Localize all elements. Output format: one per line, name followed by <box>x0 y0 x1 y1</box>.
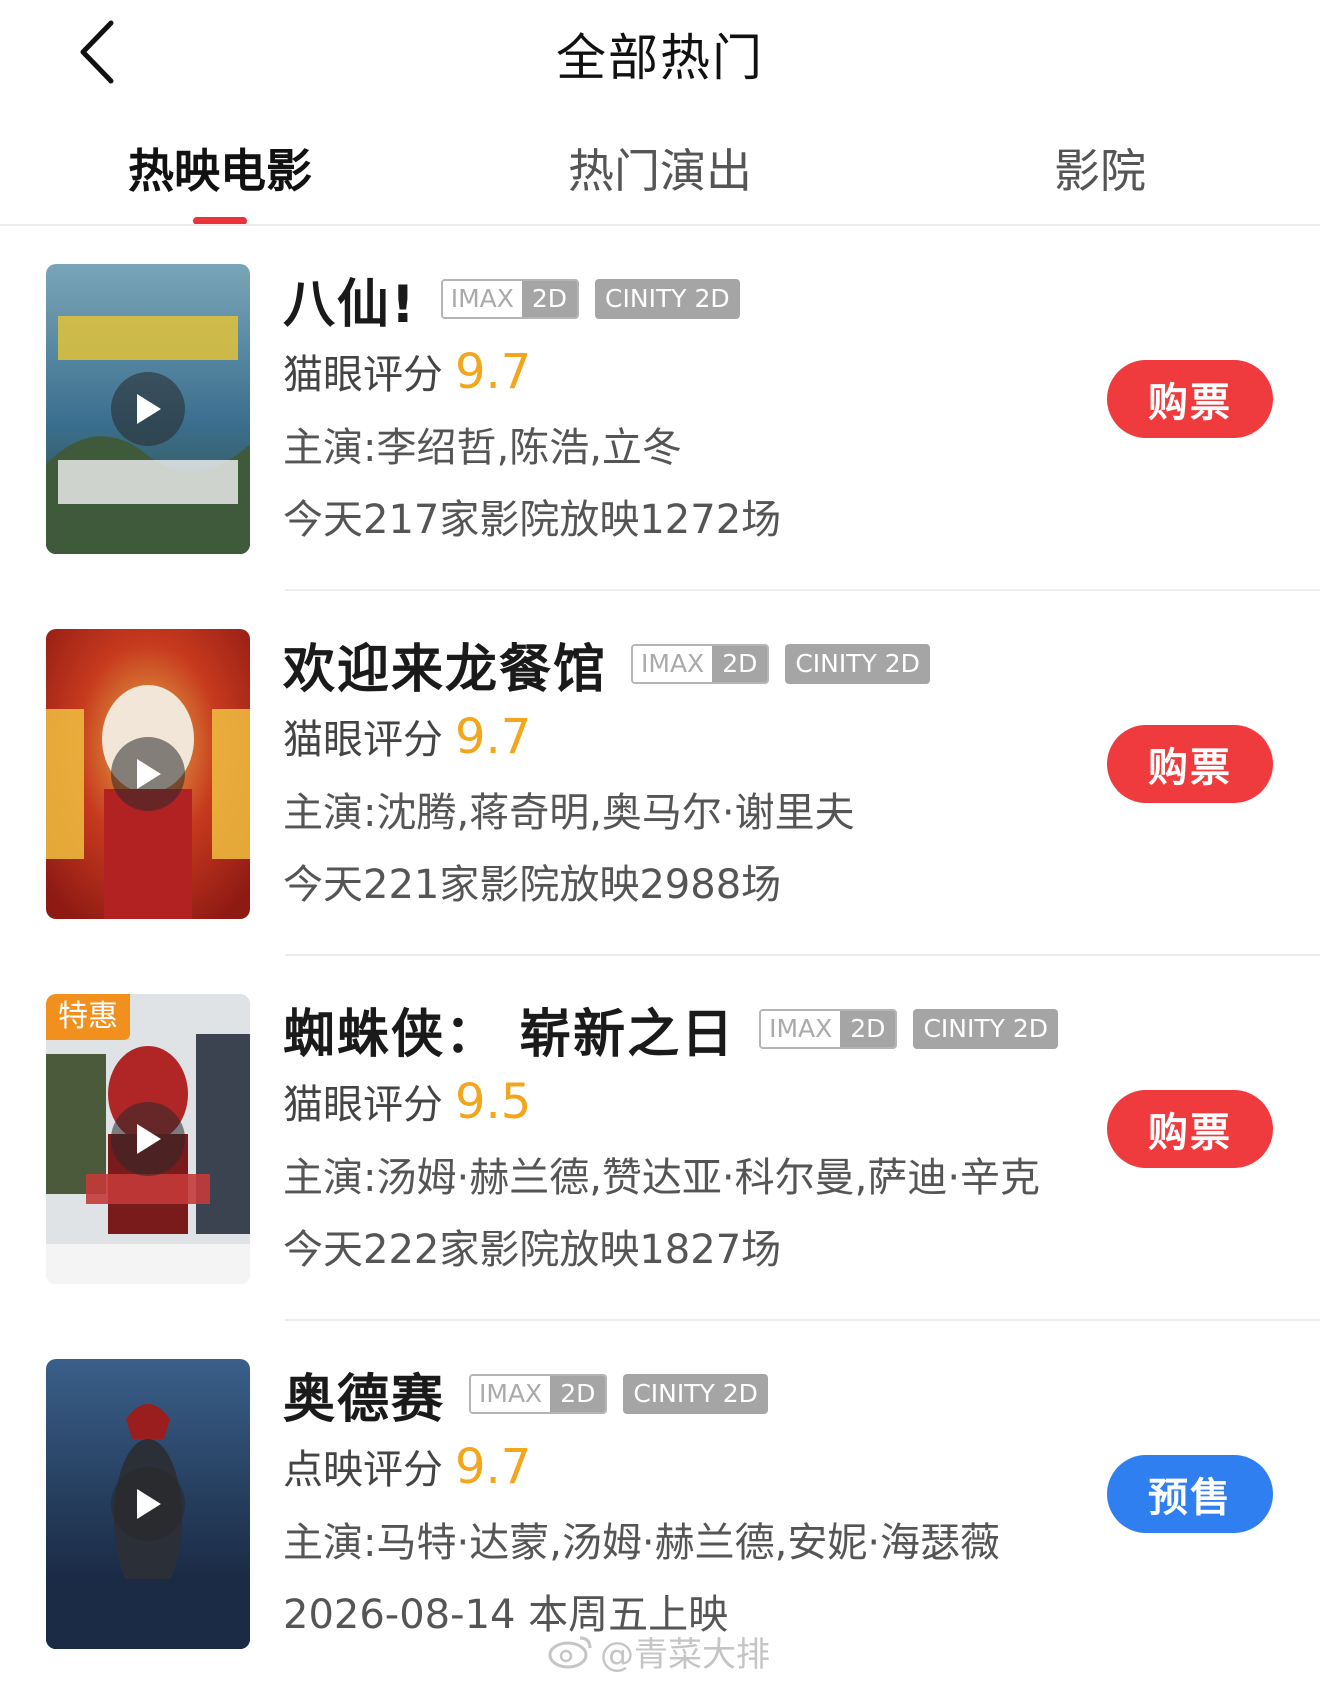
discount-badge: 特惠 <box>46 994 130 1040</box>
play-button[interactable] <box>111 737 185 811</box>
movie-list: 八仙! IMAX 2D CINITY 2D 猫眼评分 9.7 主演:李绍哲,陈浩… <box>0 226 1320 1686</box>
movie-poster[interactable] <box>46 1359 250 1649</box>
score-label: 猫眼评分 <box>283 717 443 763</box>
cinity-badge: CINITY 2D <box>595 279 740 319</box>
imax-badge: IMAX 2D <box>759 1009 898 1049</box>
score-value: 9.7 <box>455 1439 532 1495</box>
movie-item[interactable]: 特惠 蜘蛛侠： 崭新之日 IMAX 2D CINITY 2D 猫眼评分 9.5 … <box>0 956 1320 1321</box>
format-label: 2D <box>521 281 578 317</box>
movie-poster[interactable] <box>46 629 250 919</box>
tab-now-showing[interactable]: 热映电影 <box>55 136 385 206</box>
tab-hot-shows[interactable]: 热门演出 <box>495 136 825 206</box>
play-icon <box>137 1124 161 1154</box>
movie-item[interactable]: 八仙! IMAX 2D CINITY 2D 猫眼评分 9.7 主演:李绍哲,陈浩… <box>0 226 1320 591</box>
watermark: @青菜大排 <box>548 1628 770 1675</box>
buy-ticket-button[interactable]: 购票 <box>1107 725 1273 803</box>
movie-item[interactable]: 欢迎来龙餐馆 IMAX 2D CINITY 2D 猫眼评分 9.7 主演:沈腾,… <box>0 591 1320 956</box>
tab-cinemas[interactable]: 影院 <box>935 136 1265 206</box>
cinity-badge: CINITY 2D <box>623 1374 768 1414</box>
imax-badge: IMAX 2D <box>631 644 770 684</box>
movie-title[interactable]: 奥德赛 <box>283 1357 445 1432</box>
score-label: 猫眼评分 <box>283 1082 443 1128</box>
play-icon <box>137 759 161 789</box>
format-label: 2D <box>550 1376 606 1412</box>
cinity-badge: CINITY 2D <box>785 644 930 684</box>
movie-title[interactable]: 八仙! <box>283 262 417 337</box>
format-label: 2D <box>712 646 768 682</box>
cinity-badge: CINITY 2D <box>913 1009 1058 1049</box>
presale-button[interactable]: 预售 <box>1107 1455 1273 1533</box>
movie-info: 欢迎来龙餐馆 IMAX 2D CINITY 2D 猫眼评分 9.7 主演:沈腾,… <box>283 629 1083 917</box>
play-icon <box>137 394 161 424</box>
tab-bar: 热映电影 热门演出 影院 <box>0 118 1320 225</box>
score-value: 9.7 <box>455 344 532 400</box>
buy-ticket-button[interactable]: 购票 <box>1107 360 1273 438</box>
header: 全部热门 <box>0 0 1320 105</box>
showtimes-text: 今天221家影院放映2988场 <box>283 862 782 908</box>
imax-label: IMAX <box>442 281 522 317</box>
movie-title[interactable]: 欢迎来龙餐馆 <box>283 627 607 702</box>
buy-ticket-button[interactable]: 购票 <box>1107 1090 1273 1168</box>
cast-text: 主演:马特·达蒙,汤姆·赫兰德,安妮·海瑟薇 <box>283 1520 1001 1566</box>
imax-badge: IMAX 2D <box>469 1374 608 1414</box>
cast-text: 主演:沈腾,蒋奇明,奥马尔·谢里夫 <box>283 790 855 836</box>
score-label: 猫眼评分 <box>283 352 443 398</box>
movie-info: 八仙! IMAX 2D CINITY 2D 猫眼评分 9.7 主演:李绍哲,陈浩… <box>283 264 1083 552</box>
score-value: 9.7 <box>455 709 532 765</box>
watermark-text: @青菜大排 <box>600 1634 770 1675</box>
imax-label: IMAX <box>761 1011 841 1047</box>
movie-info: 奥德赛 IMAX 2D CINITY 2D 点映评分 9.7 主演:马特·达蒙,… <box>283 1359 1083 1647</box>
weibo-icon <box>548 1636 592 1669</box>
page-title: 全部热门 <box>556 29 764 87</box>
imax-label: IMAX <box>633 646 713 682</box>
play-button[interactable] <box>111 1467 185 1541</box>
cast-text: 主演:汤姆·赫兰德,赞达亚·科尔曼,萨迪·辛克 <box>283 1155 1041 1201</box>
showtimes-text: 今天222家影院放映1827场 <box>283 1227 782 1273</box>
movie-poster[interactable] <box>46 264 250 554</box>
format-label: 2D <box>840 1011 896 1047</box>
play-icon <box>137 1489 161 1519</box>
play-button[interactable] <box>111 1102 185 1176</box>
cast-text: 主演:李绍哲,陈浩,立冬 <box>283 425 682 471</box>
movie-poster[interactable]: 特惠 <box>46 994 250 1284</box>
imax-label: IMAX <box>471 1376 551 1412</box>
score-value: 9.5 <box>455 1074 532 1130</box>
play-button[interactable] <box>111 372 185 446</box>
showtimes-text: 今天217家影院放映1272场 <box>283 497 782 543</box>
imax-badge: IMAX 2D <box>440 279 580 319</box>
movie-info: 蜘蛛侠： 崭新之日 IMAX 2D CINITY 2D 猫眼评分 9.5 主演:… <box>283 994 1083 1282</box>
score-label: 点映评分 <box>283 1447 443 1493</box>
movie-title[interactable]: 蜘蛛侠： 崭新之日 <box>283 992 735 1067</box>
